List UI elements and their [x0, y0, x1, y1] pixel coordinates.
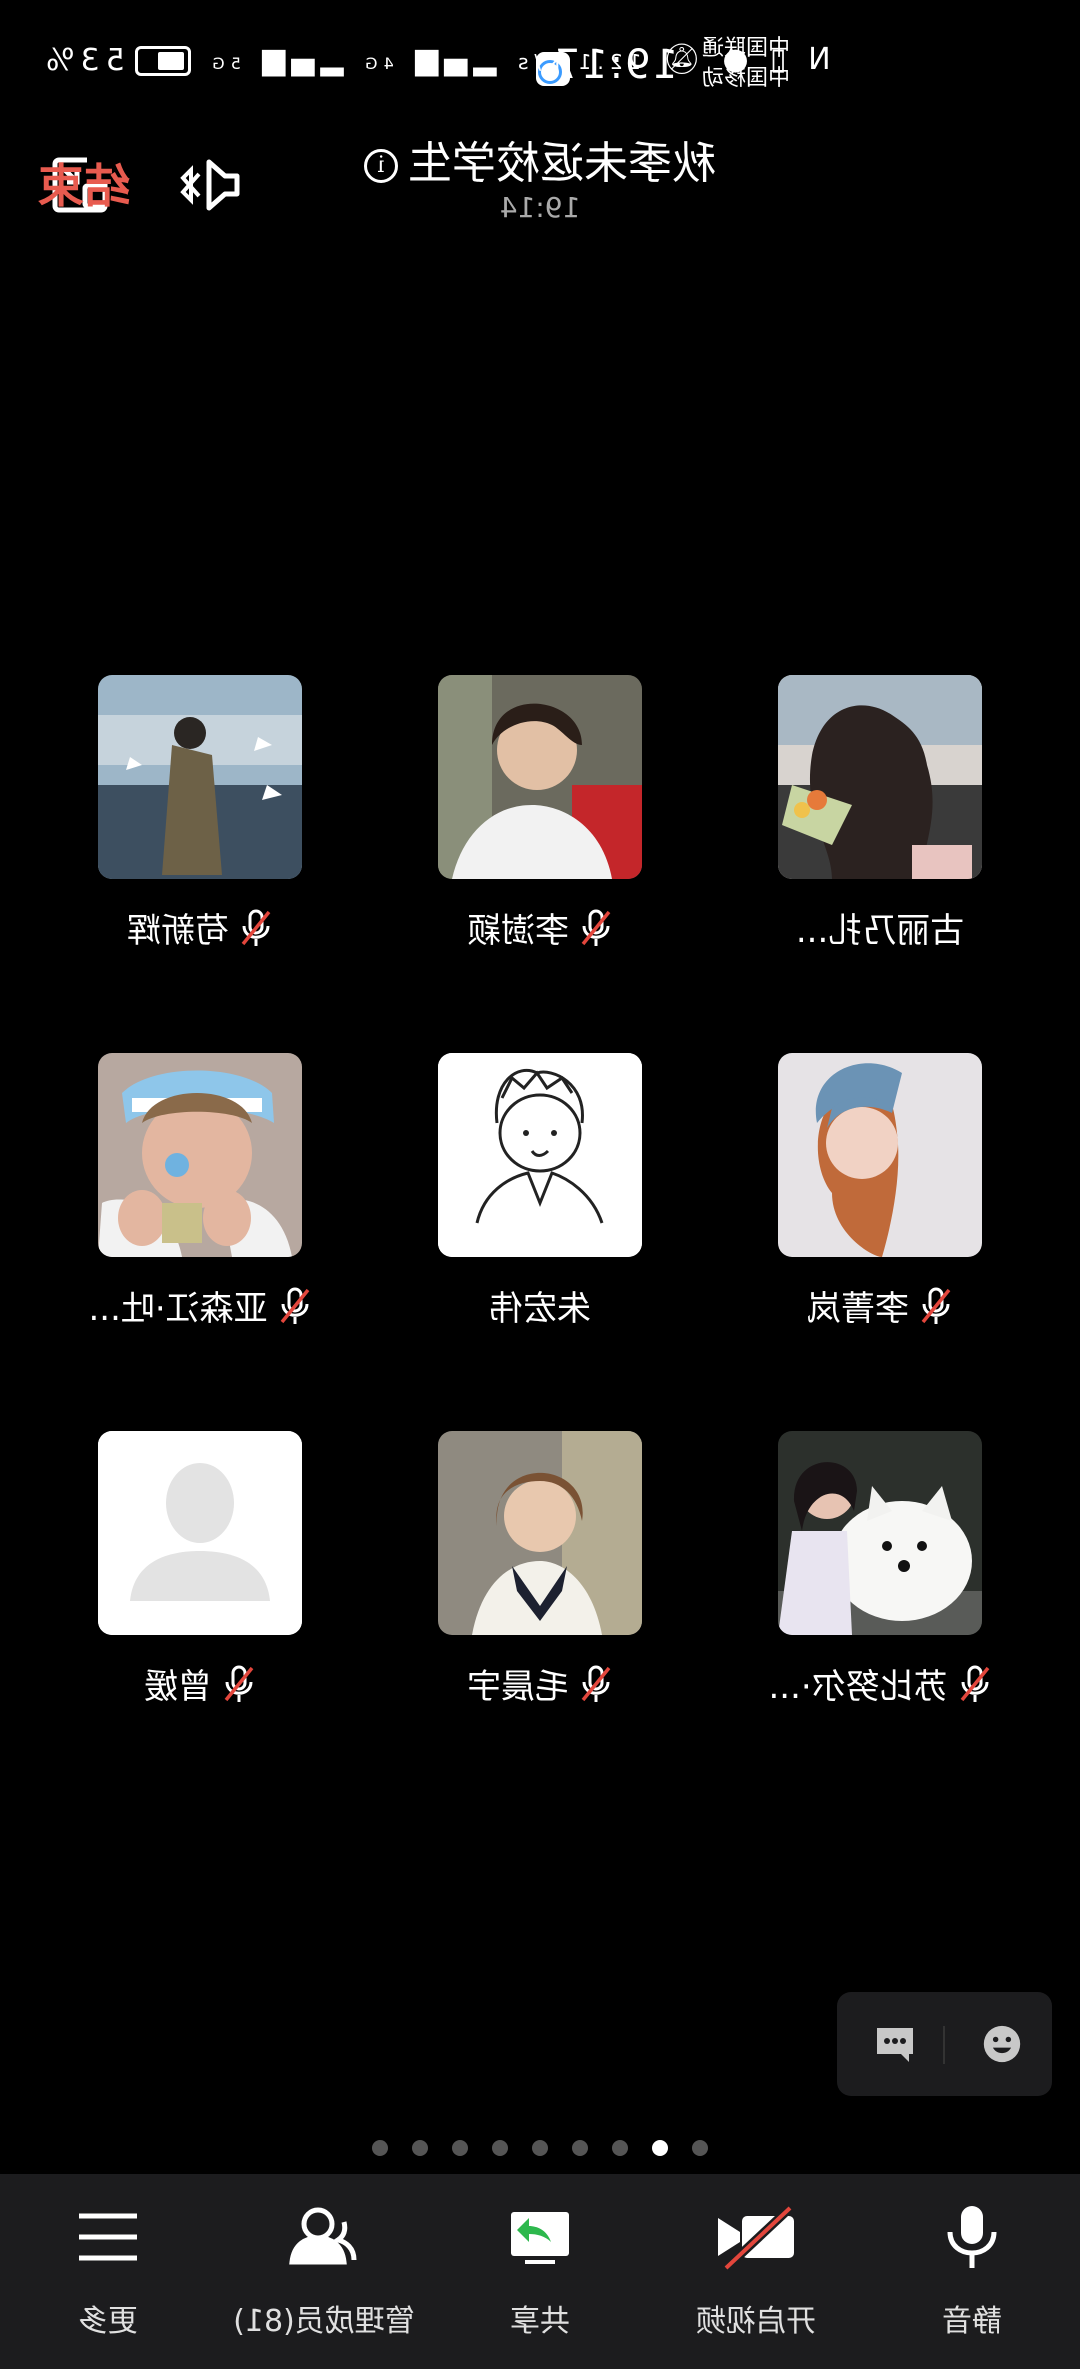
participant-name-row: 苟新辉: [30, 903, 370, 952]
meeting-header: 秋季未返校学生 i 19:14 结束: [0, 130, 1080, 250]
participant-tile[interactable]: 朱宏伟: [370, 1053, 710, 1373]
participant-tile[interactable]: 古丽乃扎...: [710, 675, 1050, 995]
participant-name: 朱宏伟: [489, 1289, 591, 1329]
avatar: [98, 675, 302, 879]
participant-name-row: 李菁岚: [710, 1281, 1050, 1330]
page-dot[interactable]: [372, 2140, 388, 2156]
meeting-duration: 19:14: [499, 191, 581, 224]
participant-name-row: 曾媛: [30, 1659, 370, 1708]
page-dot[interactable]: [572, 2140, 588, 2156]
mic-off-icon: [241, 909, 271, 946]
info-icon[interactable]: i: [364, 149, 398, 183]
page-dot[interactable]: [652, 2140, 668, 2156]
participant-name: 李菁岚: [807, 1289, 909, 1329]
participant-tile[interactable]: 李澍颖: [370, 675, 710, 995]
page-dot[interactable]: [412, 2140, 428, 2156]
avatar: [98, 1053, 302, 1257]
video-label: 开启视频: [696, 2304, 816, 2339]
video-button[interactable]: 开启视频: [648, 2202, 864, 2340]
members-label: 管理成员(81): [233, 2304, 415, 2339]
page-dot[interactable]: [532, 2140, 548, 2156]
participant-name: 曾媛: [144, 1667, 212, 1707]
meeting-title-block[interactable]: 秋季未返校学生 i 19:14: [300, 136, 780, 224]
participant-name-row: 亚森江·吐...: [30, 1281, 370, 1330]
battery-icon: [134, 45, 191, 76]
microphone-icon: [947, 2206, 997, 2268]
chat-icon[interactable]: [873, 2024, 917, 2064]
mic-off-icon: [960, 1665, 989, 1702]
participant-name: 苏比努尔·...: [768, 1667, 948, 1707]
participant-name-row: 朱宏伟: [370, 1281, 710, 1330]
mute-label: 静音: [942, 2304, 1002, 2339]
signal-label-1: 4G: [359, 54, 394, 73]
participant-name: 古丽乃扎...: [795, 911, 965, 951]
video-off-icon: [718, 2204, 794, 2272]
avatar: [438, 1431, 642, 1635]
share-screen-icon: [511, 2212, 569, 2264]
emoji-icon[interactable]: [980, 2024, 1024, 2064]
share-button[interactable]: 共享: [432, 2202, 648, 2340]
menu-icon: [79, 2213, 137, 2261]
participant-name-row: 古丽乃扎...: [710, 903, 1050, 952]
vibrate-icon: ▯: [764, 42, 787, 77]
share-label: 共享: [510, 2304, 570, 2339]
network-speed: 12.1 K/s: [512, 50, 642, 74]
reaction-bar: [837, 1992, 1052, 2096]
battery-percent: 53%: [40, 43, 125, 78]
page-dot[interactable]: [452, 2140, 468, 2156]
mic-off-icon: [224, 1665, 254, 1702]
participant-tile[interactable]: 曾媛: [30, 1431, 370, 1751]
page-dot[interactable]: [692, 2140, 708, 2156]
mic-status-icon: ●: [716, 42, 749, 77]
page-indicator: [0, 2140, 1080, 2160]
meeting-screen: 中国联通 中国移动 19:17 N ▯ ● 🔕︎ 12.1 K/s ▂▄▆ 4G…: [0, 0, 1080, 2369]
meeting-title[interactable]: 秋季未返校学生 i: [300, 136, 780, 192]
mic-off-icon: [921, 1287, 951, 1324]
participant-name-row: 苏比努尔·...: [710, 1659, 1050, 1708]
more-button[interactable]: 更多: [0, 2202, 216, 2340]
default-avatar-icon: [98, 1431, 302, 1635]
avatar: [778, 1053, 982, 1257]
speaker-toggle-button[interactable]: [175, 150, 245, 220]
participant-tile[interactable]: 苏比努尔·...: [710, 1431, 1050, 1751]
manage-members-button[interactable]: 管理成员(81): [216, 2202, 432, 2340]
mute-button[interactable]: 静音: [864, 2202, 1080, 2340]
mic-off-icon: [581, 1665, 611, 1702]
page-dot[interactable]: [492, 2140, 508, 2156]
avatar: [438, 675, 642, 879]
participant-name-row: 李澍颖: [370, 903, 710, 952]
avatar: [778, 675, 982, 879]
divider: [943, 2026, 945, 2064]
participant-tile[interactable]: 苟新辉: [30, 675, 370, 995]
avatar: [98, 1431, 302, 1635]
participant-name: 李澍颖: [467, 911, 569, 951]
nfc-icon: N: [802, 42, 831, 77]
page-dot[interactable]: [612, 2140, 628, 2156]
participant-tile[interactable]: 亚森江·吐...: [30, 1053, 370, 1373]
participant-name: 苟新辉: [127, 911, 229, 951]
participant-name: 亚森江·吐...: [88, 1289, 268, 1329]
mic-off-icon: [581, 909, 611, 946]
mic-off-icon: [280, 1287, 309, 1324]
system-icons: N ▯ ● 🔕︎ 12.1 K/s ▂▄▆ 4G ▂▄▆ 5G 53%: [40, 42, 831, 78]
meeting-title-text: 秋季未返校学生: [408, 138, 716, 189]
members-icon: [289, 2207, 357, 2265]
signal-label-2: 5G: [206, 54, 241, 73]
participant-name: 毛晨宇: [467, 1667, 569, 1707]
speaker-bluetooth-icon: [180, 159, 240, 211]
participant-tile[interactable]: 李菁岚: [710, 1053, 1050, 1373]
bottom-toolbar: 静音 开启视频 共享 管理成员(81) 更多: [0, 2174, 1080, 2369]
silent-bell-icon: 🔕︎: [656, 42, 701, 77]
signal-icon-2: ▂▄▆: [256, 42, 344, 77]
participant-name-row: 毛晨宇: [370, 1659, 710, 1708]
participant-tile[interactable]: 毛晨宇: [370, 1431, 710, 1751]
end-meeting-button[interactable]: 结束: [38, 150, 130, 216]
more-label: 更多: [78, 2304, 138, 2339]
avatar: [438, 1053, 642, 1257]
status-bar: 中国联通 中国移动 19:17 N ▯ ● 🔕︎ 12.1 K/s ▂▄▆ 4G…: [0, 28, 1080, 108]
avatar: [778, 1431, 982, 1635]
signal-icon-1: ▂▄▆: [409, 42, 497, 77]
